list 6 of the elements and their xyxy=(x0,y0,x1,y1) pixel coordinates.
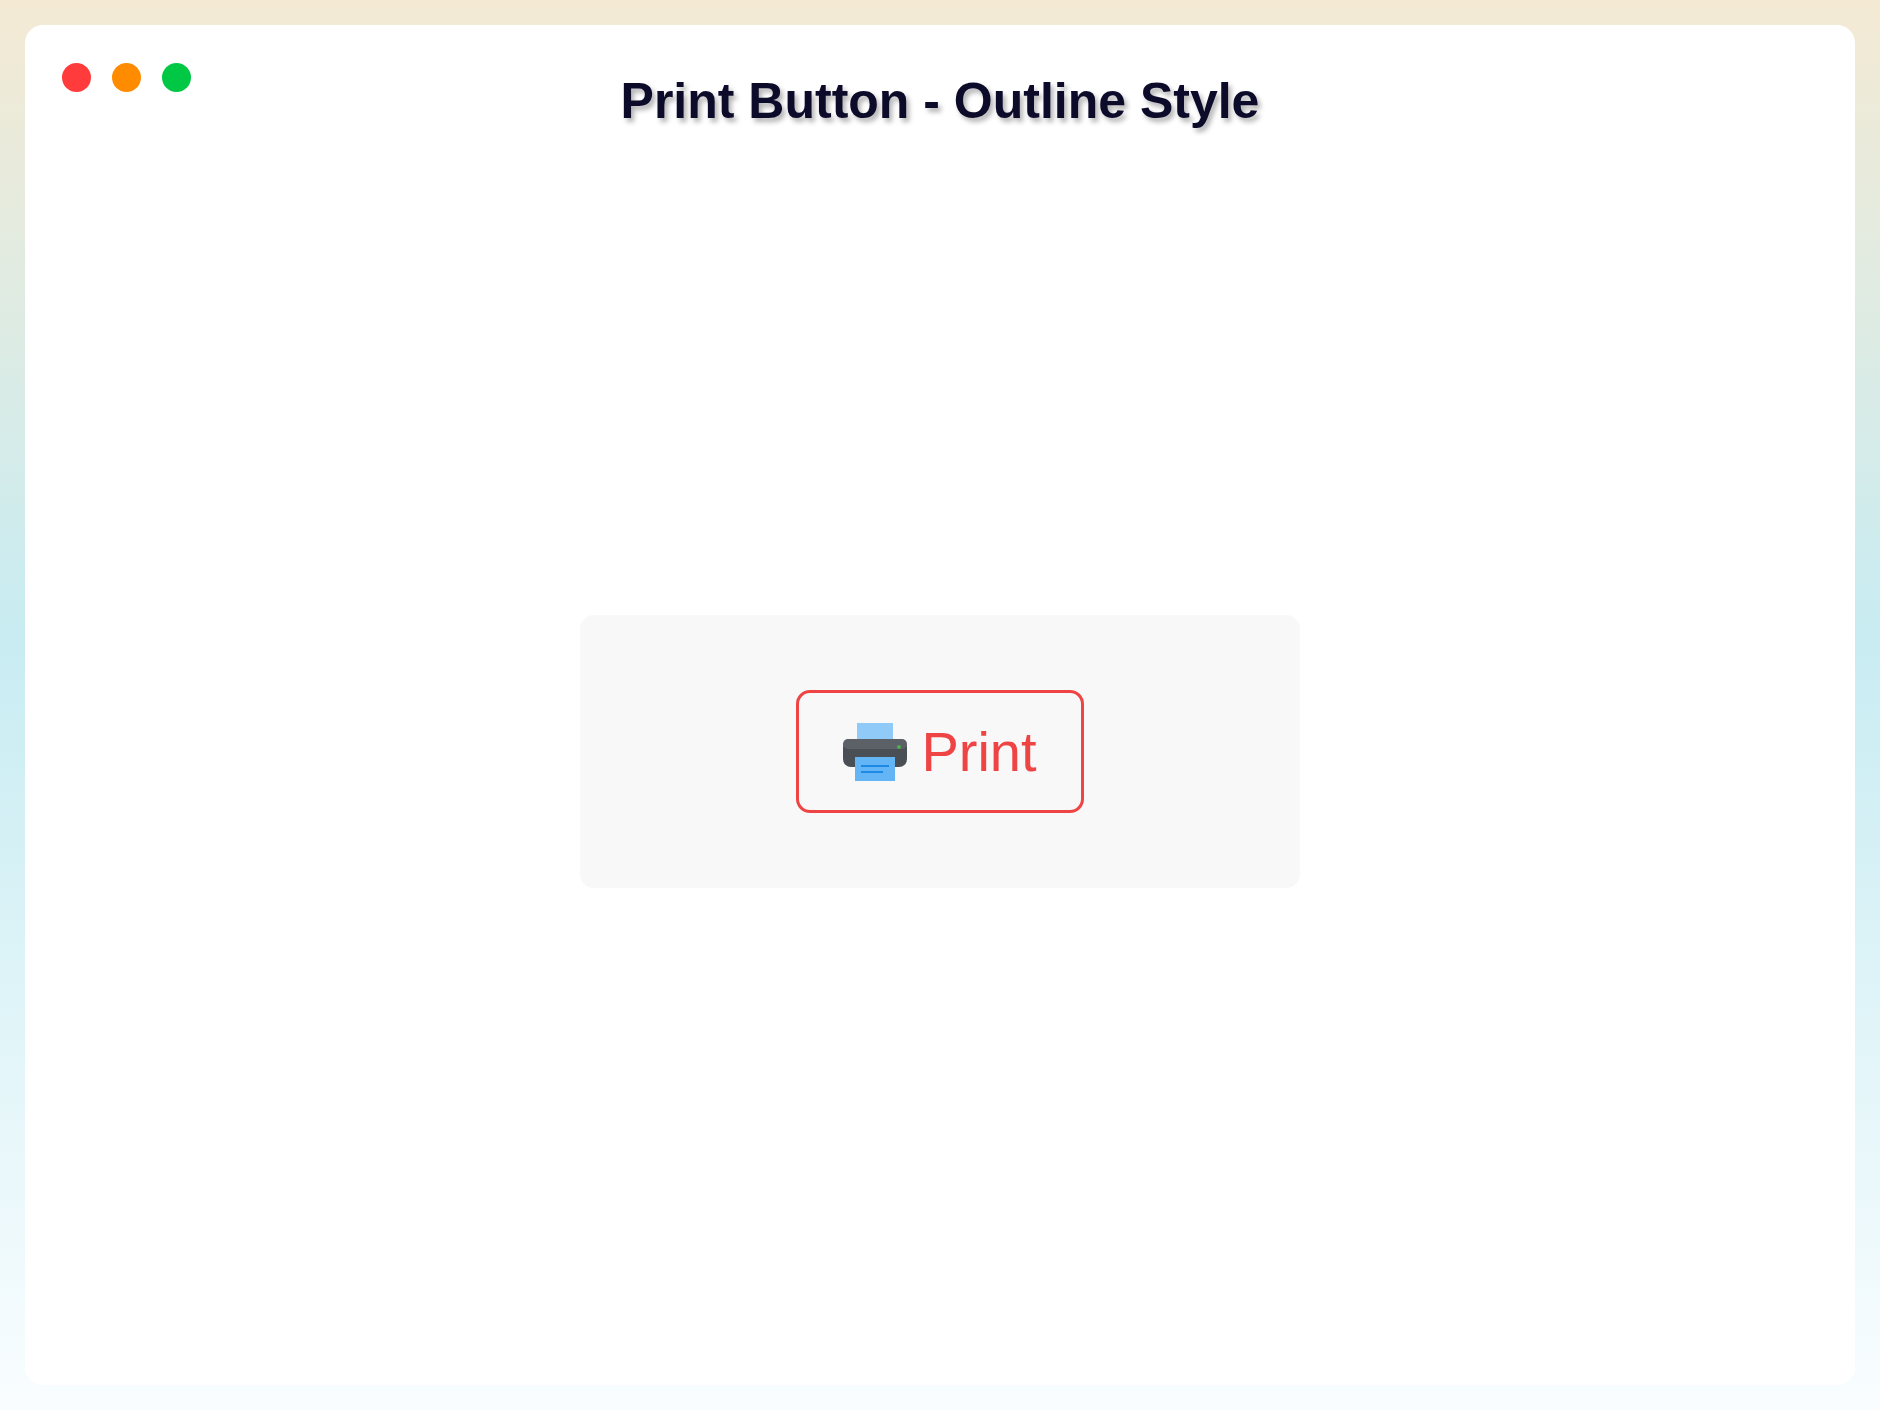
printer-icon xyxy=(843,722,908,781)
minimize-button[interactable] xyxy=(112,63,141,92)
zoom-button[interactable] xyxy=(162,63,191,92)
window-title: Print Button - Outline Style xyxy=(620,72,1260,131)
print-button[interactable]: Print xyxy=(796,690,1084,813)
close-button[interactable] xyxy=(62,63,91,92)
